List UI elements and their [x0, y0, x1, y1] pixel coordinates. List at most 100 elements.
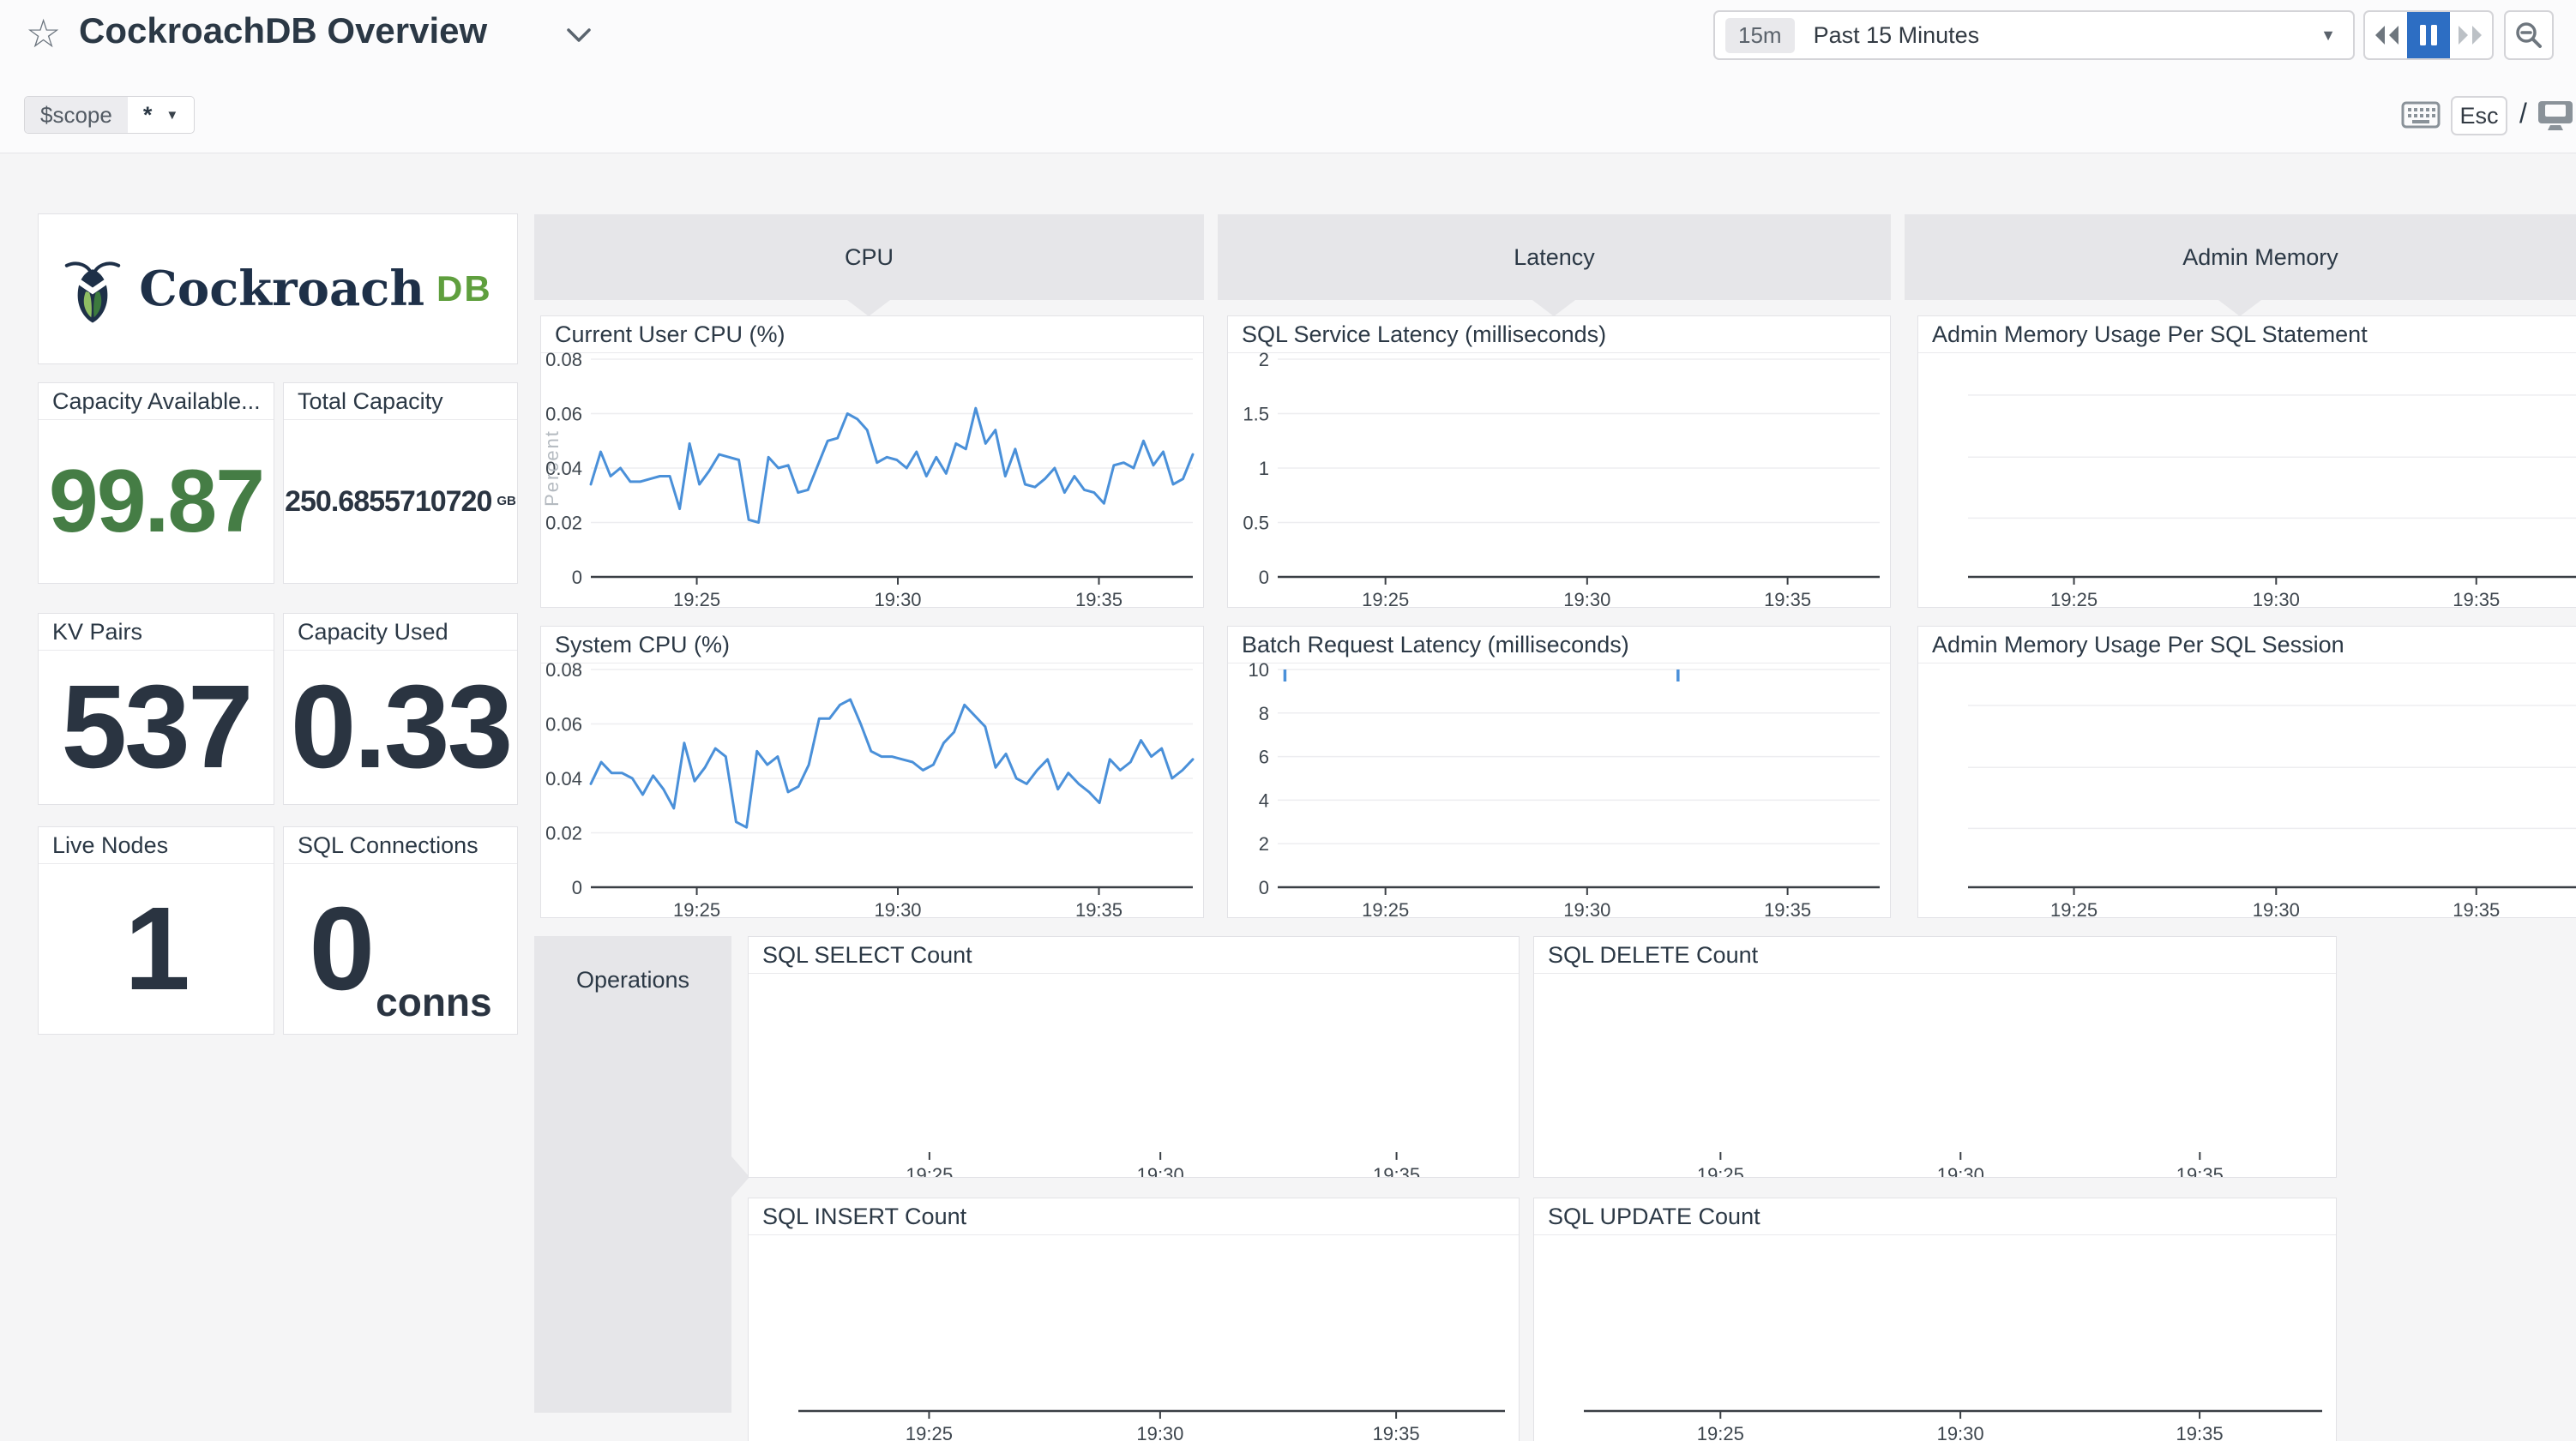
group-header-admin-memory[interactable]: Admin Memory [1905, 214, 2576, 300]
svg-text:1: 1 [1259, 458, 1269, 479]
svg-text:0: 0 [572, 877, 582, 898]
svg-text:10: 10 [1249, 663, 1269, 681]
svg-text:19:25: 19:25 [1362, 589, 1409, 607]
chart-card-sql-service-latency: SQL Service Latency (milliseconds) 0 0.5 1… [1227, 315, 1891, 608]
chart-card-sql-insert-count: SQL INSERT Count 19:2519:3019:35 [748, 1198, 1520, 1441]
template-variable-value: * [143, 102, 153, 129]
chart-title: System CPU (%) [541, 627, 1203, 663]
chart-card-sql-update-count: SQL UPDATE Count 19:25 19:30 19:35 [1533, 1198, 2337, 1441]
svg-text:0: 0 [1259, 567, 1269, 588]
stat-title: Capacity Available... [39, 383, 274, 420]
stat-card-sql-connections[interactable]: SQL Connections 0 conns [283, 826, 518, 1035]
svg-text:0.02: 0.02 [545, 823, 582, 844]
svg-text:0.04: 0.04 [545, 768, 582, 790]
chart-title: Admin Memory Usage Per SQL Session [1918, 627, 2576, 663]
stat-title: Live Nodes [39, 827, 274, 864]
stat-card-live-nodes[interactable]: Live Nodes 1 [38, 826, 274, 1035]
favorite-star-icon[interactable]: ☆ [26, 14, 61, 53]
svg-text:2: 2 [1259, 352, 1269, 370]
svg-text:19:30: 19:30 [1563, 899, 1610, 917]
stat-value: 0 [309, 890, 372, 1008]
forward-button[interactable] [2450, 12, 2492, 58]
svg-text:19:35: 19:35 [1075, 589, 1122, 607]
sql-update-count-chart[interactable]: 19:25 19:30 19:35 [1534, 1234, 2336, 1441]
chart-card-system-cpu: System CPU (%) 00.020.040.060.0819:2519:… [540, 626, 1204, 918]
zoom-out-button[interactable] [2504, 10, 2554, 60]
sql-delete-count-chart[interactable]: 19:2519:3019:35 [1534, 973, 2336, 1177]
pause-button[interactable] [2407, 12, 2449, 58]
stat-title: Capacity Used [284, 614, 517, 651]
shortcut-separator: / [2519, 98, 2527, 129]
chart-title: Current User CPU (%) [541, 316, 1203, 353]
chart-card-admin-memory-session: Admin Memory Usage Per SQL Session 19:25… [1917, 626, 2576, 918]
stat-unit: conns [376, 982, 491, 1022]
svg-text:19:25: 19:25 [673, 899, 720, 917]
sql-service-latency-chart[interactable]: 00.511.5219:2519:3019:35 [1228, 352, 1890, 607]
chart-card-sql-delete-count: SQL DELETE Count 19:2519:3019:35 [1533, 936, 2337, 1178]
latency-group-notch [1532, 300, 1575, 316]
keyboard-shortcuts-icon[interactable] [2401, 101, 2441, 133]
stat-title: Total Capacity [284, 383, 517, 420]
stat-title: KV Pairs [39, 614, 274, 651]
stat-card-capacity-available[interactable]: Capacity Available... 99.87 [38, 382, 274, 584]
svg-text:19:25: 19:25 [673, 589, 720, 607]
group-header-cpu[interactable]: CPU [534, 214, 1204, 300]
sql-insert-count-chart[interactable]: 19:2519:3019:35 [749, 1234, 1519, 1441]
svg-text:19:35: 19:35 [2176, 1164, 2224, 1177]
cockroachdb-logo-card[interactable]: Cockroach DB [38, 213, 518, 364]
stat-value: 0.33 [291, 668, 511, 786]
svg-text:19:30: 19:30 [1937, 1164, 1984, 1177]
stat-value: 250.6855710720 [285, 487, 491, 516]
svg-text:19:30: 19:30 [1563, 589, 1610, 607]
page-title: CockroachDB Overview [79, 10, 487, 51]
chart-title: SQL Service Latency (milliseconds) [1228, 316, 1890, 353]
time-range-picker[interactable]: 15m Past 15 Minutes ▼ [1713, 10, 2355, 60]
tv-mode-icon[interactable] [2537, 99, 2574, 136]
stat-card-capacity-used[interactable]: Capacity Used 0.33 [283, 613, 518, 805]
svg-text:19:35: 19:35 [1373, 1423, 1420, 1441]
admin-memory-session-chart[interactable]: 19:2519:3019:35 [1918, 663, 2576, 917]
admin-memory-statement-chart[interactable]: 19:2519:3019:35 [1918, 352, 2576, 607]
svg-text:19:30: 19:30 [1937, 1423, 1984, 1441]
svg-text:0.08: 0.08 [545, 352, 582, 370]
system-cpu-chart[interactable]: 00.020.040.060.0819:2519:3019:35 [541, 663, 1203, 917]
stat-card-total-capacity[interactable]: Total Capacity 250.6855710720 GB [283, 382, 518, 584]
stat-title: SQL Connections [284, 827, 517, 864]
svg-text:19:30: 19:30 [874, 589, 921, 607]
chart-card-sql-select-count: SQL SELECT Count 19:25 19:30 19:35 [748, 936, 1520, 1178]
chart-card-batch-request-latency: Batch Request Latency (milliseconds) 024… [1227, 626, 1891, 918]
chart-title: SQL SELECT Count [749, 937, 1519, 974]
dashboard: ☆ CockroachDB Overview 15m Past 15 Minut… [0, 0, 2576, 1441]
svg-text:6: 6 [1259, 747, 1269, 768]
svg-text:19:25: 19:25 [906, 1164, 953, 1177]
svg-text:19:30: 19:30 [2253, 899, 2300, 917]
current-user-cpu-chart[interactable]: 00.020.040.060.0819:2519:3019:35Percent [541, 352, 1203, 607]
svg-text:19:30: 19:30 [1137, 1164, 1184, 1177]
svg-text:8: 8 [1259, 703, 1269, 724]
svg-text:19:30: 19:30 [874, 899, 921, 917]
stat-card-kv-pairs[interactable]: KV Pairs 537 [38, 613, 274, 805]
chart-card-admin-memory-statement: Admin Memory Usage Per SQL Statement 19:… [1917, 315, 2576, 608]
svg-text:19:35: 19:35 [1075, 899, 1122, 917]
svg-text:0.02: 0.02 [545, 513, 582, 534]
group-header-latency[interactable]: Latency [1218, 214, 1891, 300]
svg-text:19:25: 19:25 [1697, 1423, 1744, 1441]
svg-text:1.5: 1.5 [1243, 404, 1269, 425]
svg-text:0.06: 0.06 [545, 404, 582, 425]
dashboard-header: ☆ CockroachDB Overview 15m Past 15 Minut… [0, 0, 2576, 153]
svg-text:0: 0 [572, 567, 582, 588]
title-chevron-down-icon[interactable] [566, 27, 592, 49]
esc-key-badge[interactable]: Esc [2451, 96, 2507, 135]
group-label: CPU [845, 244, 894, 271]
svg-text:0.08: 0.08 [545, 663, 582, 681]
batch-request-latency-chart[interactable]: 024681019:2519:3019:35 [1228, 663, 1890, 917]
group-header-operations[interactable]: Operations [534, 936, 731, 1413]
cockroachdb-bug-icon [63, 251, 122, 327]
svg-text:19:35: 19:35 [1373, 1164, 1420, 1177]
svg-text:19:35: 19:35 [2176, 1423, 2224, 1441]
sql-select-count-chart[interactable]: 19:25 19:30 19:35 [749, 973, 1519, 1177]
rewind-button[interactable] [2365, 12, 2407, 58]
svg-text:0.5: 0.5 [1243, 513, 1269, 534]
template-variable-scope[interactable]: $scope * ▼ [24, 96, 195, 134]
chart-title: SQL UPDATE Count [1534, 1198, 2336, 1235]
